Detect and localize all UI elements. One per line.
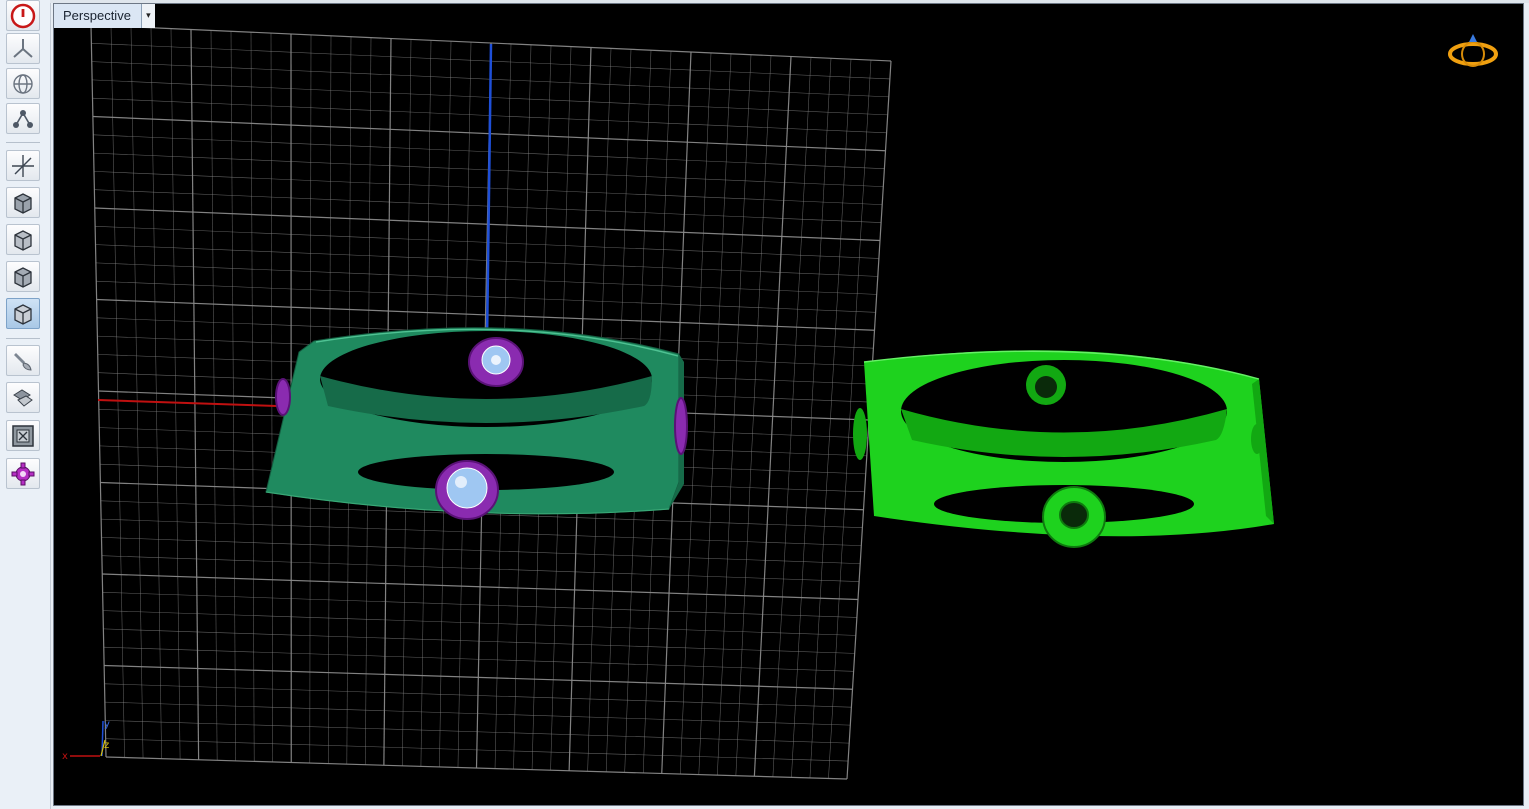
render-icon[interactable] — [6, 382, 40, 413]
globe-icon[interactable] — [6, 68, 40, 99]
view-name[interactable]: Perspective — [54, 4, 141, 28]
view-orientation-gizmo[interactable] — [1447, 32, 1499, 72]
paint-brush-icon[interactable] — [6, 345, 40, 376]
gem-front[interactable] — [435, 460, 499, 520]
hole-top[interactable] — [1026, 365, 1066, 405]
viewport-label[interactable]: Perspective ▾ — [54, 4, 155, 28]
ring-right-right-lug — [1251, 424, 1263, 454]
gem-left-side — [275, 378, 291, 416]
gem-right-side — [674, 397, 688, 455]
gem-top[interactable] — [468, 337, 524, 387]
hole-front[interactable] — [1042, 486, 1106, 548]
settings-gear-icon[interactable] — [6, 458, 40, 489]
left-toolbar — [0, 0, 51, 809]
move-axes-icon[interactable] — [6, 150, 40, 181]
axis-y-label: y — [104, 719, 110, 730]
axis-x-label: x — [62, 751, 68, 762]
ring-right-left-lug — [853, 408, 867, 460]
scene-canvas[interactable] — [54, 4, 1524, 806]
ring-right[interactable] — [853, 350, 1274, 548]
cube-perspective-icon[interactable] — [6, 298, 40, 329]
nodes-icon[interactable] — [6, 103, 40, 134]
cube-front-icon[interactable] — [6, 224, 40, 255]
3d-viewport[interactable]: Perspective ▾ x y z — [53, 3, 1524, 806]
cube-view-icon[interactable] — [6, 187, 40, 218]
pivot-icon[interactable] — [6, 33, 40, 64]
cube-side-icon[interactable] — [6, 261, 40, 292]
power-icon[interactable] — [6, 0, 40, 31]
axis-triad: x y z — [62, 719, 110, 762]
view-dropdown-button[interactable]: ▾ — [140, 4, 155, 28]
axis-z-label: z — [104, 740, 109, 751]
maximize-icon[interactable] — [6, 420, 40, 451]
ring-left[interactable] — [265, 327, 688, 520]
